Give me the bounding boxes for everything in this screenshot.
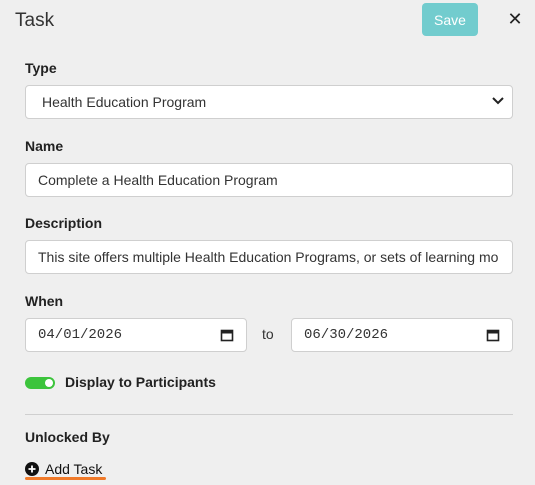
dialog-title: Task <box>15 10 55 31</box>
date-separator: to <box>262 326 274 342</box>
add-task-label: Add Task <box>45 461 103 477</box>
divider <box>25 414 513 415</box>
description-label: Description <box>25 215 103 231</box>
when-label: When <box>25 293 64 309</box>
end-date-input[interactable]: 06/30/2026 <box>291 318 513 352</box>
start-date-input[interactable]: 04/01/2026 <box>25 318 247 352</box>
calendar-icon[interactable] <box>220 328 234 342</box>
type-label: Type <box>25 60 57 76</box>
description-input[interactable]: This site offers multiple Health Educati… <box>25 240 513 274</box>
name-label: Name <box>25 138 64 154</box>
start-date-value: 04/01/2026 <box>38 327 123 343</box>
display-toggle[interactable] <box>25 377 55 389</box>
toggle-knob <box>45 379 53 387</box>
calendar-icon[interactable] <box>486 328 500 342</box>
chevron-down-icon <box>492 96 504 108</box>
plus-circle-icon <box>25 462 39 476</box>
unlocked-by-label: Unlocked By <box>25 429 110 445</box>
type-select-value: Health Education Program <box>42 94 207 110</box>
display-toggle-label: Display to Participants <box>65 374 216 390</box>
name-input[interactable]: Complete a Health Education Program <box>25 163 513 197</box>
save-button[interactable]: Save <box>422 3 478 36</box>
close-icon[interactable]: ✕ <box>504 8 526 30</box>
type-select[interactable]: Health Education Program <box>25 85 513 119</box>
add-task-underline <box>25 477 106 480</box>
end-date-value: 06/30/2026 <box>304 327 389 343</box>
